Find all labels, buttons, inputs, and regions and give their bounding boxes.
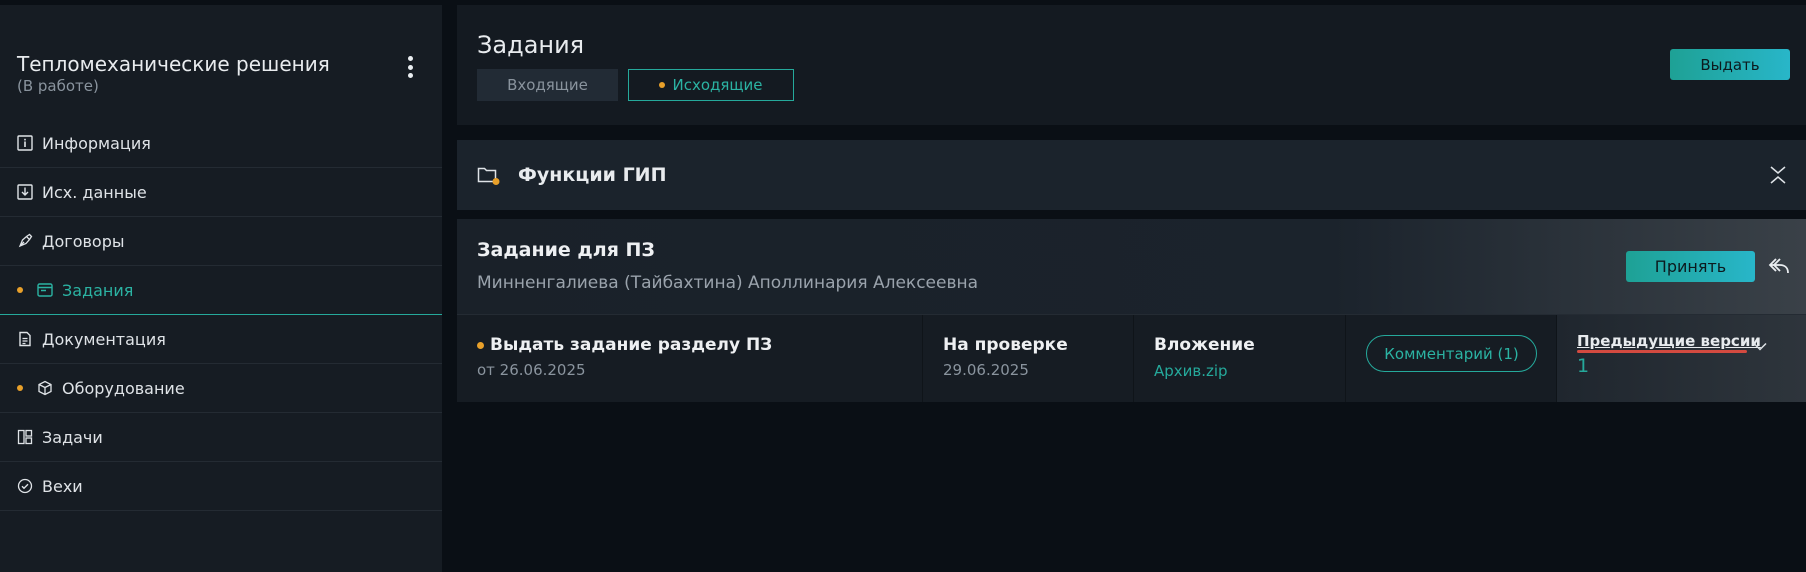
task-card-row: Выдать задание разделу ПЗ от 26.06.2025 … (457, 315, 1806, 402)
comment-cell: Комментарий (1) (1346, 315, 1557, 402)
more-menu-icon[interactable] (400, 52, 420, 82)
attachment-link[interactable]: Архив.zip (1154, 362, 1228, 380)
sidebar: Тепломеханические решения (В работе) Инф… (0, 5, 442, 572)
accept-button[interactable]: Принять (1626, 251, 1755, 282)
status-dot (17, 385, 23, 391)
task-card-title: Задание для ПЗ (477, 239, 655, 261)
sidebar-item-label: Документация (42, 329, 166, 349)
sidebar-item-label: Оборудование (62, 378, 185, 398)
reply-icon[interactable] (1768, 256, 1790, 276)
cube-icon (37, 380, 53, 396)
sidebar-item-tasks-assignments[interactable]: Задания (0, 266, 442, 315)
task-name: Выдать задание разделу ПЗ (477, 335, 772, 355)
sidebar-item-info[interactable]: Информация (0, 119, 442, 168)
sidebar-item-milestones[interactable]: Вехи (0, 462, 442, 511)
sidebar-item-contracts[interactable]: Договоры (0, 217, 442, 266)
task-card: Задание для ПЗ Минненгалиева (Тайбахтина… (457, 219, 1806, 402)
prev-versions-cell: Предыдущие версии 1 (1557, 315, 1806, 402)
collapse-icon[interactable] (1768, 165, 1788, 185)
group-header[interactable]: Функции ГИП (457, 140, 1806, 210)
sidebar-item-documentation[interactable]: Документация (0, 315, 442, 364)
task-name-label: Выдать задание разделу ПЗ (490, 335, 773, 355)
tab-outgoing[interactable]: Исходящие (628, 69, 794, 101)
previous-versions-count[interactable]: 1 (1577, 355, 1589, 377)
group-title: Функции ГИП (518, 164, 667, 186)
sidebar-item-label: Задачи (42, 427, 103, 447)
task-cell: Выдать задание разделу ПЗ от 26.06.2025 (457, 315, 923, 402)
issue-button[interactable]: Выдать (1670, 49, 1790, 80)
folder-icon (477, 164, 501, 186)
sidebar-item-label: Исх. данные (42, 182, 147, 202)
tab-incoming[interactable]: Входящие (477, 69, 618, 101)
window-icon (37, 282, 53, 298)
previous-versions-link[interactable]: Предыдущие версии (1577, 332, 1761, 350)
status-dot (477, 341, 484, 349)
document-icon (17, 331, 33, 347)
download-box-icon (17, 184, 33, 200)
task-card-header: Задание для ПЗ Минненгалиева (Тайбахтина… (457, 219, 1806, 315)
check-circle-icon (17, 478, 33, 494)
task-status: На проверке (943, 335, 1068, 355)
status-date: 29.06.2025 (943, 361, 1029, 379)
task-date: от 26.06.2025 (477, 361, 586, 379)
sidebar-item-tasks[interactable]: Задачи (0, 413, 442, 462)
attachment-label: Вложение (1154, 335, 1255, 355)
sidebar-nav: Информация Исх. данные Договоры Задания (0, 119, 442, 511)
chevron-down-icon[interactable] (1753, 336, 1767, 351)
tab-outgoing-label: Исходящие (672, 76, 763, 94)
sidebar-item-label: Договоры (42, 231, 125, 251)
page-title: Задания (477, 31, 585, 59)
task-card-person: Минненгалиева (Тайбахтина) Аполлинария А… (477, 273, 979, 293)
sidebar-item-equipment[interactable]: Оборудование (0, 364, 442, 413)
sidebar-item-source-data[interactable]: Исх. данные (0, 168, 442, 217)
project-status: (В работе) (17, 77, 99, 95)
info-icon (17, 135, 33, 151)
status-dot (17, 287, 23, 293)
pen-icon (17, 233, 33, 249)
highlight-underline (1577, 350, 1747, 353)
status-dot (659, 82, 666, 88)
comment-button[interactable]: Комментарий (1) (1366, 335, 1537, 372)
sidebar-item-label: Информация (42, 133, 151, 153)
sidebar-item-label: Задания (62, 280, 134, 300)
status-cell: На проверке 29.06.2025 (923, 315, 1134, 402)
attachment-cell: Вложение Архив.zip (1134, 315, 1346, 402)
tasks-header: Задания Входящие Исходящие Выдать (457, 5, 1806, 125)
project-title: Тепломеханические решения (17, 52, 330, 76)
sidebar-item-label: Вехи (42, 476, 83, 496)
board-icon (17, 429, 33, 445)
